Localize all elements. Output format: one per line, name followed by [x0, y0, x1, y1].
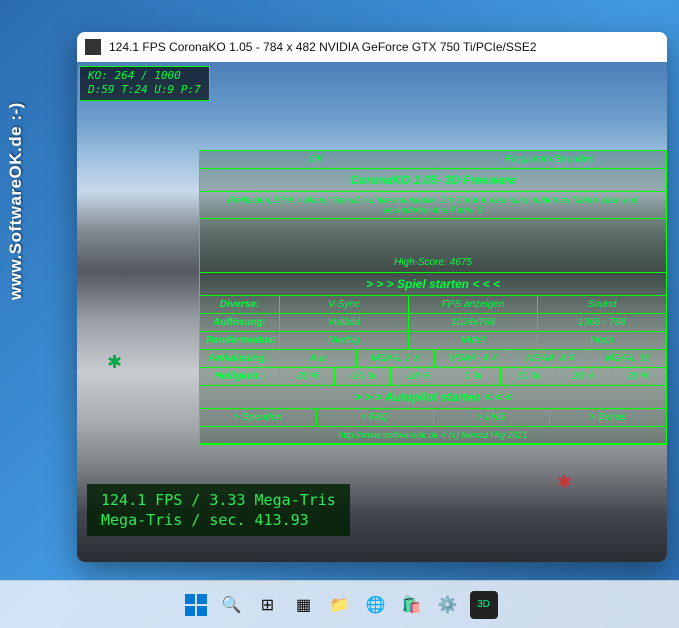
donate-link[interactable]: > Spenden	[200, 409, 317, 426]
menu-instructions: Pfeiltasten, Blick = Maus / Schuß = Link…	[200, 192, 666, 219]
fps-toggle-button[interactable]: FPS anzeigen	[409, 296, 538, 313]
start-button[interactable]	[182, 591, 210, 619]
rendermode-option[interactable]: Hoch	[538, 332, 666, 349]
antialiasing-label: Antialiasing :	[200, 350, 280, 367]
edge-icon: 🌐	[366, 595, 386, 615]
brightness-option[interactable]: 10 %	[501, 368, 556, 385]
app-icon: 3D	[477, 599, 490, 610]
windows-logo-icon	[185, 594, 207, 616]
taskbar[interactable]: 🔍 ⊞ ▦ 📁 🌐 🛍️ ⚙️ 3D	[0, 580, 679, 628]
rendermode-option[interactable]: Mittel	[409, 332, 538, 349]
titlebar[interactable]: 124.1 FPS CoronaKO 1.05 - 784 x 482 NVID…	[77, 32, 667, 62]
aa-option[interactable]: MSAA: 8 X	[512, 350, 589, 367]
app-taskbar-button[interactable]: 3D	[470, 591, 498, 619]
resolution-label: Auflösung:	[200, 314, 280, 331]
brightness-option[interactable]: -10 %	[391, 368, 446, 385]
settings-button[interactable]: ⚙️	[434, 591, 462, 619]
rendermode-option[interactable]: Niedrig	[280, 332, 409, 349]
search-icon: 🔍	[222, 595, 242, 615]
ko-counter: KO: 264 / 1000	[88, 69, 201, 83]
widgets-button[interactable]: ▦	[290, 591, 318, 619]
footer-link[interactable]: http://www.softwareok.de // (c) Nenad Hr…	[200, 427, 666, 444]
window-title: 124.1 FPS CoronaKO 1.05 - 784 x 482 NVID…	[109, 40, 537, 54]
virus-icon: ✱	[557, 472, 575, 490]
highscore-label: High-Score: 4675	[200, 219, 666, 273]
app-window: 124.1 FPS CoronaKO 1.05 - 784 x 482 NVID…	[77, 32, 667, 562]
resolution-option[interactable]: 1366 - 768	[538, 314, 666, 331]
hud-stats: D:59 T:24 U:9 P:7	[88, 83, 201, 97]
folder-icon: 📁	[330, 595, 350, 615]
aa-option[interactable]: MSAA: 2 X	[357, 350, 434, 367]
store-button[interactable]: 🛍️	[398, 591, 426, 619]
brightness-option[interactable]: 20 %	[556, 368, 611, 385]
fps-readout: 124.1 FPS / 3.33 Mega-Tris	[101, 490, 336, 510]
brightness-option[interactable]: -30 %	[280, 368, 335, 385]
watermark-text: www.SoftwareOK.de :-)	[6, 102, 26, 300]
tris-readout: Mega-Tris / sec. 413.93	[101, 510, 336, 530]
brightness-option[interactable]: -20 %	[335, 368, 390, 385]
app-icon	[85, 39, 101, 55]
menu-title: CoronaKO 1.05- 3D Freeware	[200, 169, 666, 192]
gear-icon: ⚙️	[438, 595, 458, 615]
aa-option[interactable]: Aus	[280, 350, 357, 367]
brightness-option[interactable]: 0 %	[446, 368, 501, 385]
lng-link[interactable]: > LNG	[434, 409, 551, 426]
start-game-button[interactable]: > > > Spiel starten < < <	[200, 273, 666, 296]
widgets-icon: ▦	[296, 595, 311, 615]
game-viewport: KO: 264 / 1000 D:59 T:24 U:9 P:7 ✱ ✱ ✱ O…	[77, 62, 667, 562]
aa-option[interactable]: MSAA: 16	[590, 350, 666, 367]
search-button[interactable]: 🔍	[218, 591, 246, 619]
resolution-option[interactable]: Vollbild	[280, 314, 409, 331]
faq-link[interactable]: > FAQ	[317, 409, 434, 426]
quit-button[interactable]: Programm Beenden	[434, 151, 667, 168]
edge-button[interactable]: 🌐	[362, 591, 390, 619]
vsync-button[interactable]: V-Sync	[280, 296, 409, 313]
resolution-option[interactable]: 1024x768	[409, 314, 538, 331]
autopilot-button[interactable]: > > > Autopilot starten < < <	[200, 386, 666, 409]
store-icon: 🛍️	[402, 595, 422, 615]
hud-bottom: 124.1 FPS / 3.33 Mega-Tris Mega-Tris / s…	[87, 484, 350, 537]
brightness-label: Helligkeit :	[200, 368, 280, 385]
task-view-button[interactable]: ⊞	[254, 591, 282, 619]
extras-link[interactable]: > Extras	[550, 409, 666, 426]
ok-button[interactable]: OK	[200, 151, 434, 168]
sound-button[interactable]: Sound	[538, 296, 666, 313]
explorer-button[interactable]: 📁	[326, 591, 354, 619]
brightness-option[interactable]: 30 %	[612, 368, 666, 385]
hud-top: KO: 264 / 1000 D:59 T:24 U:9 P:7	[79, 66, 210, 101]
virus-icon: ✱	[107, 352, 125, 370]
aa-option[interactable]: MSAA: 4 X	[435, 350, 512, 367]
game-menu: OK Programm Beenden CoronaKO 1.05- 3D Fr…	[199, 150, 667, 445]
rendermode-label: Rendermodus:	[200, 332, 280, 349]
task-view-icon: ⊞	[261, 595, 274, 615]
diverse-label: Diverse:	[200, 296, 280, 313]
